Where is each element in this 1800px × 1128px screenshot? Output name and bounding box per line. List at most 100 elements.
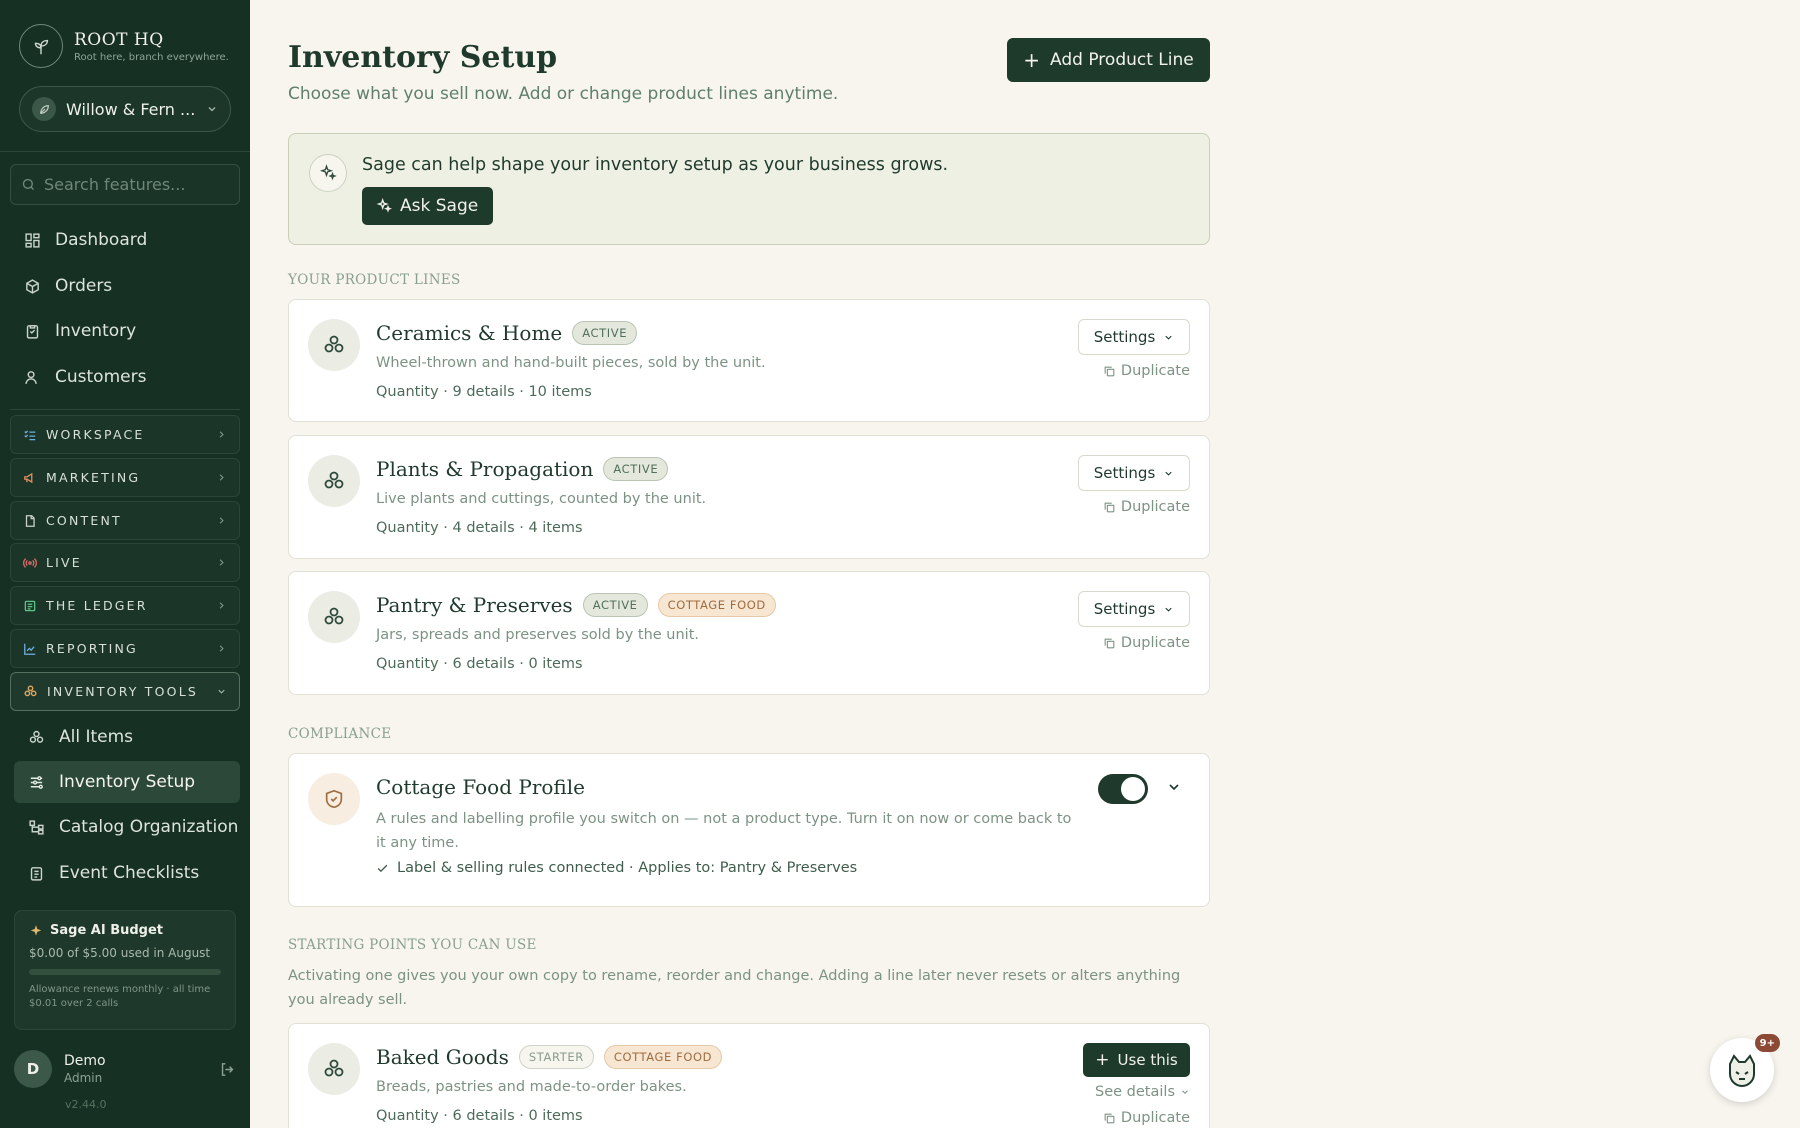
group-inventory-tools[interactable]: INVENTORY TOOLS bbox=[10, 672, 240, 711]
duplicate-link[interactable]: Duplicate bbox=[1103, 635, 1190, 651]
group-label: CONTENT bbox=[46, 513, 122, 528]
sidebar-item-orders[interactable]: Orders bbox=[24, 276, 112, 296]
group-the-ledger[interactable]: THE LEDGER bbox=[10, 586, 240, 625]
sidebar-item-all-items[interactable]: All Items bbox=[14, 716, 240, 758]
store-name: Willow & Fern ... bbox=[66, 99, 196, 119]
button-label: Settings bbox=[1093, 464, 1156, 482]
sidebar-item-customers[interactable]: Customers bbox=[24, 367, 146, 387]
group-workspace[interactable]: WORKSPACE bbox=[10, 415, 240, 454]
brand[interactable]: ROOT HQ Root here, branch everywhere. bbox=[19, 24, 229, 68]
checklist-icon bbox=[24, 429, 36, 440]
chevron-down-icon bbox=[218, 689, 225, 694]
sidebar-item-inventory[interactable]: Inventory bbox=[24, 321, 136, 341]
duplicate-label: Duplicate bbox=[1120, 635, 1190, 651]
card-description: Wheel-thrown and hand-built pieces, sold… bbox=[376, 355, 766, 371]
ai-budget-card: Sage AI Budget $0.00 of $5.00 used in Au… bbox=[14, 910, 236, 1030]
sparkle-icon bbox=[376, 198, 392, 213]
nav-divider bbox=[10, 409, 240, 410]
copy-icon bbox=[1104, 366, 1115, 376]
group-label: REPORTING bbox=[46, 641, 138, 656]
group-label: THE LEDGER bbox=[46, 598, 148, 613]
sidebar-item-label: All Items bbox=[59, 727, 134, 747]
user-role: Admin bbox=[64, 1071, 103, 1085]
duplicate-link[interactable]: Duplicate bbox=[1103, 499, 1190, 515]
cat-mascot-icon bbox=[1729, 1054, 1755, 1088]
budget-used: $0.00 of $5.00 used in August bbox=[29, 946, 211, 960]
add-product-line-button[interactable]: + Add Product Line bbox=[1007, 38, 1210, 82]
sliders-icon bbox=[30, 775, 43, 789]
sidebar-item-inventory-setup[interactable]: Inventory Setup bbox=[14, 761, 240, 803]
group-reporting[interactable]: REPORTING bbox=[10, 629, 240, 668]
group-content[interactable]: CONTENT bbox=[10, 501, 240, 540]
group-live[interactable]: LIVE bbox=[10, 543, 240, 582]
logout-icon[interactable] bbox=[219, 1061, 236, 1078]
page-subtitle: Choose what you sell now. Add or change … bbox=[288, 84, 839, 104]
sidebar-item-dashboard[interactable]: Dashboard bbox=[24, 230, 147, 250]
clipboard-icon bbox=[26, 324, 39, 339]
group-label: INVENTORY TOOLS bbox=[47, 684, 199, 699]
megaphone-icon bbox=[24, 472, 33, 483]
search-box bbox=[10, 164, 240, 205]
chart-icon bbox=[24, 643, 36, 655]
chevron-right-icon bbox=[219, 602, 224, 609]
ask-sage-button[interactable]: Ask Sage bbox=[362, 187, 494, 225]
sage-message: Sage can help shape your inventory setup… bbox=[362, 155, 949, 175]
button-label: Add Product Line bbox=[1050, 50, 1194, 70]
stack-icon bbox=[308, 455, 360, 507]
page-title: Inventory Setup bbox=[288, 40, 558, 75]
settings-dropdown-button[interactable]: Settings bbox=[1078, 319, 1190, 355]
users-icon bbox=[25, 370, 37, 384]
sparkle-icon bbox=[309, 154, 347, 192]
status-badge: ACTIVE bbox=[582, 593, 648, 617]
box-icon bbox=[26, 278, 39, 294]
document-icon bbox=[25, 514, 35, 527]
sidebar-item-label: Inventory bbox=[55, 321, 137, 341]
button-label: Settings bbox=[1093, 600, 1156, 618]
cottage-food-toggle[interactable] bbox=[1098, 774, 1148, 804]
card-meta: Quantity · 6 details · 0 items bbox=[376, 1108, 583, 1124]
stack-icon bbox=[308, 591, 360, 643]
search-input[interactable] bbox=[44, 175, 224, 194]
card-title: Ceramics & Home bbox=[376, 321, 563, 345]
duplicate-link[interactable]: Duplicate bbox=[1103, 363, 1190, 379]
brand-name: ROOT HQ bbox=[74, 29, 164, 50]
chevron-right-icon bbox=[219, 474, 224, 481]
sidebar-item-catalog-organization[interactable]: Catalog Organization bbox=[14, 806, 240, 848]
user-profile[interactable]: D Demo Admin bbox=[14, 1050, 236, 1088]
chevron-down-icon[interactable] bbox=[1166, 779, 1182, 795]
see-details-link[interactable]: See details bbox=[1095, 1084, 1190, 1100]
budget-title: Sage AI Budget bbox=[50, 923, 164, 938]
toggle-knob bbox=[1121, 777, 1145, 801]
broadcast-icon bbox=[23, 557, 37, 568]
use-this-button[interactable]: + Use this bbox=[1083, 1043, 1190, 1077]
ledger-icon bbox=[24, 600, 36, 611]
see-details-label: See details bbox=[1095, 1084, 1175, 1100]
group-marketing[interactable]: MARKETING bbox=[10, 458, 240, 497]
group-label: MARKETING bbox=[46, 470, 141, 485]
sidebar-divider bbox=[0, 151, 250, 152]
avatar: D bbox=[14, 1050, 52, 1088]
sidebar-item-label: Customers bbox=[55, 367, 147, 387]
checklist-icon bbox=[30, 866, 43, 881]
status-badge: ACTIVE bbox=[572, 321, 638, 345]
duplicate-label: Duplicate bbox=[1120, 499, 1190, 515]
settings-dropdown-button[interactable]: Settings bbox=[1078, 455, 1190, 491]
notification-badge: 9+ bbox=[1754, 1034, 1780, 1052]
group-label: LIVE bbox=[46, 555, 82, 570]
button-label: Use this bbox=[1117, 1051, 1178, 1069]
card-meta: Quantity · 9 details · 10 items bbox=[376, 384, 592, 400]
sidebar-item-event-checklists[interactable]: Event Checklists bbox=[14, 852, 240, 894]
chevron-right-icon bbox=[219, 645, 224, 652]
chat-widget-button[interactable]: 9+ bbox=[1710, 1034, 1780, 1102]
stack-icon bbox=[308, 1043, 360, 1095]
status-badge: ACTIVE bbox=[603, 457, 669, 481]
brand-tagline: Root here, branch everywhere. bbox=[74, 51, 229, 63]
settings-dropdown-button[interactable]: Settings bbox=[1078, 591, 1190, 627]
shield-icon bbox=[308, 773, 360, 825]
store-selector[interactable]: Willow & Fern ... bbox=[19, 86, 231, 132]
duplicate-link[interactable]: Duplicate bbox=[1103, 1110, 1190, 1126]
grid-icon bbox=[25, 232, 40, 248]
card-meta: Quantity · 4 details · 4 items bbox=[376, 520, 583, 536]
card-description: Live plants and cuttings, counted by the… bbox=[376, 491, 707, 507]
chevron-down-icon bbox=[1165, 471, 1172, 476]
